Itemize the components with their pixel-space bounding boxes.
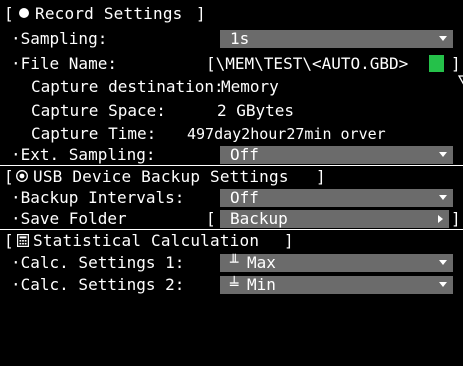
filename-label: ·File Name:	[11, 54, 117, 73]
ext-sampling-value: Off	[230, 145, 259, 164]
backup-intervals-row[interactable]: ·Backup Intervals: Off	[0, 188, 463, 208]
bracket-open: [	[4, 4, 14, 23]
save-folder-field[interactable]: Backup	[220, 210, 449, 228]
max-icon: ╨	[230, 255, 239, 271]
section-title-record: Record Settings	[35, 4, 183, 23]
disc-icon	[16, 170, 28, 182]
browse-filename-button[interactable]	[429, 55, 463, 85]
capture-time-label: Capture Time:	[31, 124, 157, 143]
dropdown-caret-icon	[439, 36, 447, 41]
capture-space-label: Capture Space:	[31, 101, 166, 120]
calc-settings-2-row[interactable]: ·Calc. Settings 2: ╧ Min	[0, 275, 463, 295]
save-folder-label: ·Save Folder	[11, 209, 127, 228]
calc-settings-2-label: ·Calc. Settings 2:	[11, 275, 185, 294]
calc-settings-1-label: ·Calc. Settings 1:	[11, 253, 185, 272]
backup-intervals-label: ·Backup Intervals:	[11, 188, 185, 207]
calc-settings-2-dropdown[interactable]: ╧ Min	[220, 276, 453, 294]
capture-space-row: Capture Space: 2 GBytes	[0, 101, 463, 121]
bracket-close: ]	[451, 54, 461, 73]
section-title-usb: USB Device Backup Settings	[33, 167, 289, 186]
capture-destination-value: Memory	[221, 77, 279, 96]
backup-intervals-value: Off	[230, 188, 259, 207]
dropdown-caret-icon	[439, 195, 447, 200]
filename-value[interactable]: [\MEM\TEST\<AUTO.GBD>	[206, 54, 408, 74]
save-folder-row[interactable]: ·Save Folder [ Backup ]	[0, 209, 463, 229]
dropdown-caret-icon	[439, 260, 447, 265]
bracket-open: [	[4, 231, 14, 250]
save-folder-value: Backup	[230, 209, 288, 228]
record-settings-header: [ Record Settings ]	[0, 4, 463, 24]
sampling-label: ·Sampling:	[11, 29, 108, 48]
bracket-open: [	[206, 209, 216, 228]
sampling-row[interactable]: ·Sampling: 1s	[0, 29, 463, 49]
capture-space-value: 2 GBytes	[217, 101, 295, 120]
capture-destination-row: Capture destination: Memory	[0, 77, 463, 97]
sampling-dropdown[interactable]: 1s	[220, 30, 453, 48]
backup-intervals-dropdown[interactable]: Off	[220, 189, 453, 207]
dropdown-caret-icon	[439, 282, 447, 287]
bracket-close: ]	[284, 231, 294, 250]
bracket-close: ]	[316, 167, 326, 186]
sampling-value: 1s	[230, 29, 250, 48]
capture-time-row: Capture Time: 497day2hour27min orver	[0, 124, 463, 144]
bracket-open: [	[4, 167, 14, 186]
calc-settings-2-value: Min	[247, 275, 276, 294]
filename-row[interactable]: ·File Name: [\MEM\TEST\<AUTO.GBD> ]	[0, 54, 463, 85]
section-title-statistical: Statistical Calculation	[33, 231, 260, 250]
statistical-calc-header: [ Statistical Calculation ]	[0, 231, 463, 251]
right-arrow-icon	[438, 215, 443, 223]
capture-time-value: 497day2hour27min orver	[187, 125, 386, 143]
bracket-close: ]	[196, 4, 206, 23]
ext-sampling-row[interactable]: ·Ext. Sampling: Off	[0, 145, 463, 165]
ext-sampling-dropdown[interactable]: Off	[220, 146, 453, 164]
capture-destination-label: Capture destination:	[31, 77, 224, 96]
record-bullet-icon	[19, 8, 29, 18]
min-icon: ╧	[230, 277, 239, 293]
ext-sampling-label: ·Ext. Sampling:	[11, 145, 156, 164]
calc-settings-1-value: Max	[247, 253, 276, 272]
calc-settings-1-dropdown[interactable]: ╨ Max	[220, 254, 453, 272]
calculator-icon	[17, 234, 29, 247]
divider	[0, 229, 463, 230]
bracket-close: ]	[451, 209, 461, 228]
divider	[0, 165, 463, 166]
usb-backup-header: [ USB Device Backup Settings ]	[0, 167, 463, 187]
dropdown-caret-icon	[439, 152, 447, 157]
calc-settings-1-row[interactable]: ·Calc. Settings 1: ╨ Max	[0, 253, 463, 273]
